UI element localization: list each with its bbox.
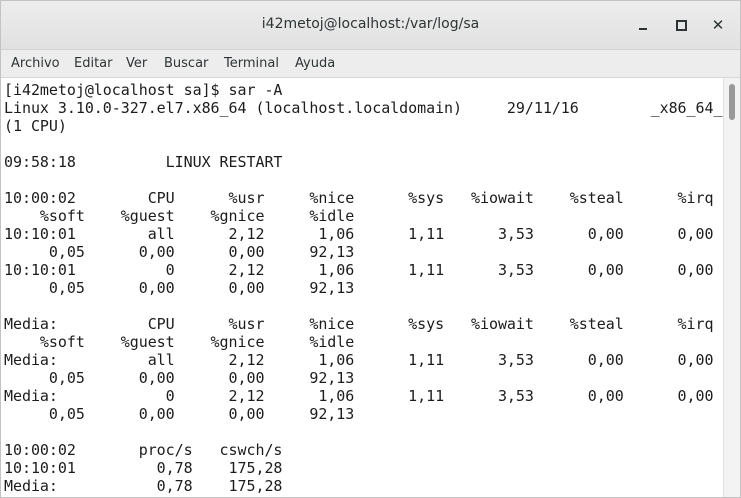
terminal-line: Media: 0 2,12 1,06 1,11 3,53 0,00 0,00 <box>4 387 714 405</box>
terminal-line: 0,05 0,00 0,00 92,13 <box>4 243 355 261</box>
terminal-line: 0,05 0,00 0,00 92,13 <box>4 369 355 387</box>
terminal-output[interactable]: [i42metoj@localhost sa]$ sar -A Linux 3.… <box>1 78 724 497</box>
menu-archivo[interactable]: Archivo <box>11 50 60 77</box>
terminal-line: Media: CPU %usr %nice %sys %iowait %stea… <box>4 315 714 333</box>
close-icon: ✕ <box>711 15 725 34</box>
terminal-line: 09:58:18 LINUX RESTART <box>4 153 283 171</box>
terminal-line: Media: 0,78 175,28 <box>4 477 283 495</box>
menu-buscar[interactable]: Buscar <box>164 50 208 77</box>
terminal-line: 10:00:02 CPU %usr %nice %sys %iowait %st… <box>4 189 714 207</box>
menu-ver[interactable]: Ver <box>126 50 147 77</box>
minimize-button[interactable] <box>633 15 653 35</box>
terminal-line: %soft %guest %gnice %idle <box>4 333 355 351</box>
title-bar[interactable]: i42metoj@localhost:/var/log/sa ✕ <box>1 1 740 50</box>
terminal-line: 10:10:01 0,78 175,28 <box>4 459 283 477</box>
terminal-line: 0,05 0,00 0,00 92,13 <box>4 279 355 297</box>
maximize-icon <box>675 19 687 31</box>
minimize-icon <box>639 27 647 30</box>
terminal-line: 0,05 0,00 0,00 92,13 <box>4 405 355 423</box>
terminal-window: i42metoj@localhost:/var/log/sa ✕ Archivo… <box>0 0 741 498</box>
terminal-text: [i42metoj@localhost sa]$ sar -A Linux 3.… <box>1 78 724 495</box>
window-title: i42metoj@localhost:/var/log/sa <box>261 16 480 32</box>
terminal-line: [i42metoj@localhost sa]$ sar -A <box>4 81 283 99</box>
terminal-line: (1 CPU) <box>4 117 67 135</box>
menu-ayuda[interactable]: Ayuda <box>295 50 335 77</box>
terminal-line: 10:10:01 0 2,12 1,06 1,11 3,53 0,00 0,00 <box>4 261 714 279</box>
menu-editar[interactable]: Editar <box>74 50 113 77</box>
terminal-line: 10:00:02 proc/s cswch/s <box>4 441 283 459</box>
menu-bar: Archivo Editar Ver Buscar Terminal Ayuda <box>1 50 740 78</box>
close-button[interactable]: ✕ <box>708 15 728 35</box>
terminal-line: %soft %guest %gnice %idle <box>4 207 355 225</box>
terminal-line: Media: all 2,12 1,06 1,11 3,53 0,00 0,00 <box>4 351 714 369</box>
terminal-line: 10:10:01 all 2,12 1,06 1,11 3,53 0,00 0,… <box>4 225 714 243</box>
maximize-button[interactable] <box>671 15 691 35</box>
terminal-line: Linux 3.10.0-327.el7.x86_64 (localhost.l… <box>4 99 723 117</box>
vertical-scrollbar[interactable] <box>723 78 740 497</box>
scrollbar-thumb[interactable] <box>729 84 735 120</box>
menu-terminal[interactable]: Terminal <box>224 50 279 77</box>
